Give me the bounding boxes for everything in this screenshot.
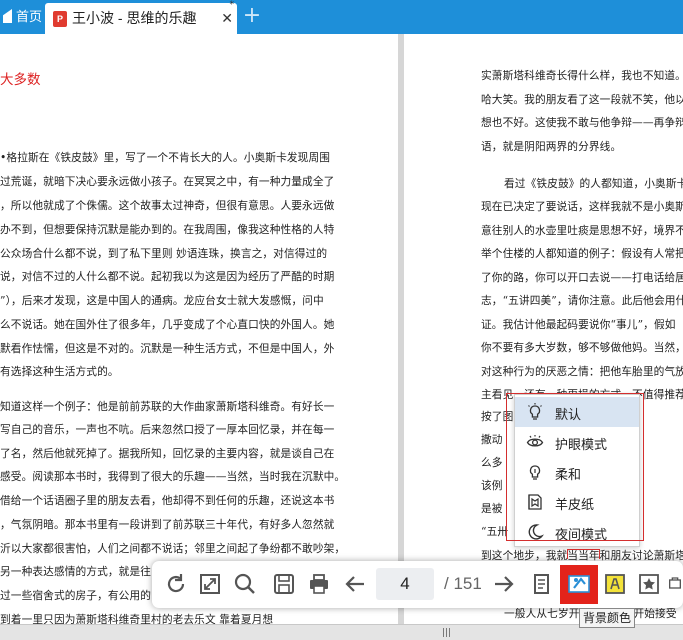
text-line: 感受。阅读那本书时，我得到了很大的乐趣——当然，当时我在沉默中。: [0, 470, 346, 483]
chapter-heading: 大多数: [0, 72, 41, 88]
text-line: 有选择这种生活方式的。: [0, 365, 119, 378]
text-line: 哈大笑。我的朋友看了这一段就不笑，他以为: [481, 93, 683, 106]
text-line: 么不说话。她在国外住了很多年，几乎变成了个心直口快的外国人。她: [0, 318, 335, 331]
text-line: 借给一个话语圈子里的朋友去看，他却得不到任何的乐趣，还说这本书: [0, 494, 335, 507]
close-tab-icon[interactable]: ✕: [221, 11, 233, 27]
text-line: 了名，然后他就死掉了。据我所知，回忆录的主要内容，就是谈自己在: [0, 447, 335, 460]
text-line: ，所以他就成了个侏儒。这个故事太过神奇，但很有意思。人要永远做: [0, 199, 335, 212]
text-line: 想也不好。这使我不敢与他争辩——再争辩: [481, 116, 683, 129]
background-color-tooltip: 背景颜色: [579, 608, 635, 628]
home-icon: [3, 9, 12, 23]
rotate-icon[interactable]: [163, 571, 189, 597]
reader-toolbar: / 151: [152, 561, 683, 608]
tab-document[interactable]: P 王小波 - 思维的乐趣 * ✕: [45, 0, 237, 34]
text-line: 看过《铁皮鼓》的人都知道，小奥斯卡: [504, 177, 683, 190]
fit-screen-icon[interactable]: [197, 571, 223, 597]
text-line: 撒动: [481, 433, 503, 446]
print-icon[interactable]: [306, 571, 332, 597]
text-line: 了你的路，你可以开口去说——打电话给居委: [481, 271, 683, 284]
text-line: 沂以大家都很害怕，人们之间都不说话；邻里之间起了争纷都不敢吵架，: [0, 542, 346, 555]
document-page-left: 大多数 •格拉斯在《铁皮鼓》里，写了一个不肯长大的人。小奥斯卡发现周围 过荒诞，就…: [0, 34, 398, 624]
tab-document-title: 王小波 - 思维的乐趣: [72, 10, 197, 26]
highlight-frame-connector: [567, 549, 600, 559]
annotate-icon[interactable]: [602, 571, 628, 597]
next-page-icon[interactable]: [491, 571, 517, 597]
search-icon[interactable]: [232, 571, 258, 597]
text-line: 语，就是阴阳两界的分界线。: [481, 140, 622, 153]
text-line: 办不到，但想要保持沉默是能办到的。在我周围，像我这种性格的人特: [0, 223, 335, 236]
text-line: •格拉斯在《铁皮鼓》里，写了一个不肯长大的人。小奥斯卡发现周围: [0, 151, 331, 164]
bookmark-icon[interactable]: [636, 571, 662, 597]
highlight-frame-menu: [506, 393, 644, 541]
text-line: 你不要有多大岁数，够不够做他妈。当然，你: [481, 341, 683, 354]
single-page-icon[interactable]: [528, 571, 554, 597]
unsaved-marker: *: [229, 0, 235, 10]
text-line: 该例: [481, 479, 503, 492]
text-line: 是被: [481, 502, 503, 515]
text-line: 写自己的音乐，一声也不吭。后来忽然口授了一厚本回忆录，并在每一: [0, 423, 335, 436]
text-line: 志，“五讲四美”，请你注意。此后他会用什: [481, 294, 683, 307]
text-line: 默看作怯懦，但这是不对的。沉默是一种生活方式，不但是中国人，外: [0, 342, 335, 355]
page-total-label: / 151: [444, 574, 482, 593]
background-color-icon[interactable]: [566, 571, 592, 597]
tab-bar: 首页 P 王小波 - 思维的乐趣 * ✕ +: [0, 0, 683, 34]
text-line: 对这种行为的厌恶之情：把他车胎里的气放: [481, 365, 683, 378]
text-line: 证。我估计他最起码要说你“事儿”，假如: [481, 318, 676, 331]
text-line: 知道这样一个例子：他是前前苏联的大作曲家萧斯塔科维奇。有好长一: [0, 400, 335, 413]
text-line: 么多: [481, 456, 503, 469]
scrollbar-grip-icon[interactable]: |||: [442, 628, 451, 638]
text-line: 到着一里只因为萧斯塔科维奇里村的老去乐文 靠着夏月想: [0, 613, 274, 624]
text-line: 另一种表达感情的方式，就是往: [0, 565, 152, 578]
text-line: 公众场合什么都不说，到了私下里则 妙语连珠，换言之，对信得过的: [0, 247, 328, 260]
text-line: 说，对信不过的人什么都不说。起初我以为这是因为经历了严酷的时期: [0, 270, 335, 283]
text-line: ，气氛阴暗。那本书里有一段讲到了前苏联三十年代，有好多人忽然就: [0, 518, 335, 531]
prev-page-icon[interactable]: [342, 571, 368, 597]
text-line: 意往别人的水壶里吐痰是思想不好，境界不: [481, 224, 683, 237]
text-line: 实萧斯塔科维奇长得什么样，我也不知道。我: [481, 69, 683, 82]
text-line: “五卅: [481, 525, 509, 538]
text-line: 过荒诞，就暗下决心要永远做小孩子。在冥冥之中，有一种力量成全了: [0, 175, 335, 188]
text-line: 举个住楼的人都知道的例子：假设有人常把: [481, 247, 683, 260]
page-number-input[interactable]: [376, 568, 434, 600]
new-tab-button[interactable]: +: [239, 0, 265, 34]
more-icon[interactable]: [667, 571, 683, 597]
text-line: ”），后来才发现，这是中国人的通病。龙应台女士就大发感慨，问中: [0, 294, 324, 307]
pdf-file-icon: P: [53, 11, 67, 27]
text-line: 过一些宿舍式的房子，有公用的: [0, 589, 152, 602]
text-line: 现在已决定了要说话，这样我就不是小奥斯卡: [481, 200, 683, 213]
tab-home-label: 首页: [16, 9, 43, 24]
tab-home[interactable]: 首页: [0, 0, 45, 34]
save-icon[interactable]: [271, 571, 297, 597]
